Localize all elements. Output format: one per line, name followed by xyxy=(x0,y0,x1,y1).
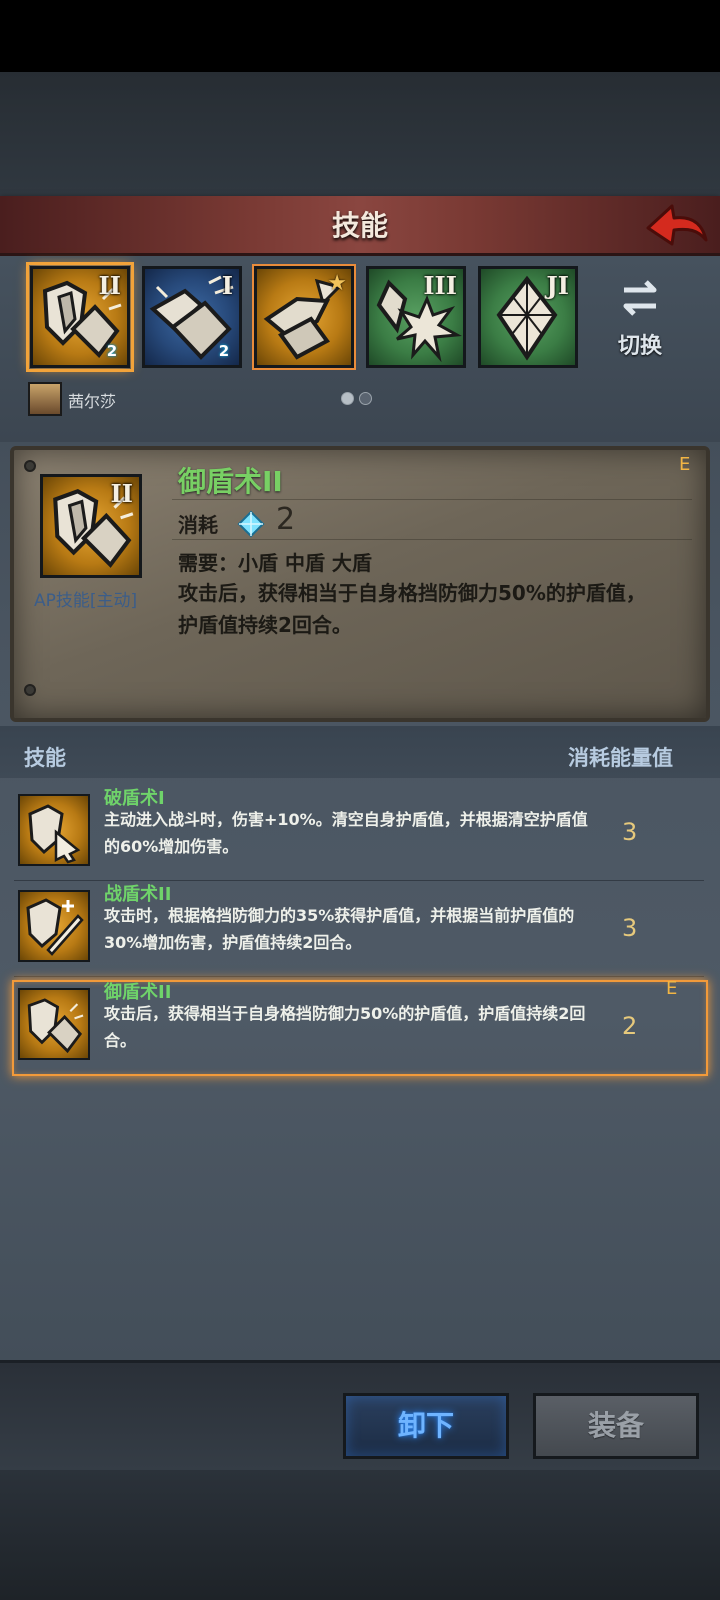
shield-break-icon xyxy=(18,794,90,866)
skill-slot-2[interactable]: I 2 xyxy=(142,266,242,368)
bottom-backdrop xyxy=(0,1470,720,1600)
switch-button[interactable]: 切换 xyxy=(600,276,680,360)
gem-count-badge: 2 xyxy=(106,342,118,360)
skill-list-item[interactable]: 战盾术II 攻击时，根据格挡防御力的35%获得护盾值，并根据当前护盾值的30%增… xyxy=(0,884,720,978)
detail-rank: II xyxy=(110,479,133,508)
shield-guard-icon xyxy=(18,988,90,1060)
equip-button[interactable]: 装备 xyxy=(533,1393,699,1459)
slot-rank: III xyxy=(423,271,457,300)
title-bar: 技能 xyxy=(0,196,720,256)
skill-description: 主动进入战斗时，伤害+10%。清空自身护盾值，并根据清空护盾值的60%增加伤害。 xyxy=(104,810,588,856)
star-icon: ★ xyxy=(327,271,347,296)
page-indicator[interactable] xyxy=(341,392,375,406)
skill-slot-3[interactable]: ★ xyxy=(252,264,356,370)
page-title: 技能 xyxy=(331,209,388,242)
divider xyxy=(172,539,692,540)
swap-arrows-icon xyxy=(623,280,657,316)
gem-count-badge: 2 xyxy=(218,342,230,360)
avatar xyxy=(28,382,62,416)
status-bar xyxy=(0,0,720,72)
nail-decoration xyxy=(24,460,36,472)
skill-slot-5[interactable]: JI xyxy=(478,266,578,368)
skill-slot-1[interactable]: II 2 xyxy=(26,262,134,372)
cost-value: 2 xyxy=(276,502,296,537)
skill-list-item[interactable]: 破盾术I 主动进入战斗时，伤害+10%。清空自身护盾值，并根据清空护盾值的60%… xyxy=(0,786,720,880)
equipped-marker: E xyxy=(679,454,691,475)
skill-cost: 3 xyxy=(622,914,638,942)
column-skill: 技能 xyxy=(24,746,66,770)
page-dot xyxy=(359,392,372,405)
detail-skill-name: 御盾术II xyxy=(178,465,283,498)
top-backdrop xyxy=(0,72,720,196)
shield-sword-icon xyxy=(18,890,90,962)
energy-gem-icon xyxy=(237,510,265,542)
skill-cost: 3 xyxy=(622,818,638,846)
skill-cost: 2 xyxy=(622,1012,638,1040)
unequip-button[interactable]: 卸下 xyxy=(343,1393,509,1459)
equipped-marker: E xyxy=(666,978,678,999)
character-name: 茜尔莎 xyxy=(68,392,117,411)
skill-description: 攻击后，获得相当于自身格挡防御力50%的护盾值，护盾值持续2回合。 xyxy=(178,581,646,637)
skill-description: 攻击后，获得相当于自身格挡防御力50%的护盾值，护盾值持续2回合。 xyxy=(104,1004,586,1050)
divider xyxy=(14,976,704,977)
skill-description: 攻击时，根据格挡防御力的35%获得护盾值，并根据当前护盾值的30%增加伤害，护盾… xyxy=(104,906,575,952)
detail-skill-icon: II xyxy=(40,474,142,578)
slot-rank: JI xyxy=(546,271,569,300)
slot-rank: I xyxy=(221,271,233,300)
skill-list-item-selected[interactable]: 御盾术II 攻击后，获得相当于自身格挡防御力50%的护盾值，护盾值持续2回合。 … xyxy=(0,978,720,1078)
page-dot-active xyxy=(341,392,354,405)
nail-decoration xyxy=(24,684,36,696)
switch-label: 切换 xyxy=(617,334,662,359)
requirement-text: 需要：小盾 中盾 大盾 xyxy=(178,551,372,575)
column-energy-cost: 消耗能量值 xyxy=(568,746,673,770)
divider xyxy=(172,499,692,500)
back-button[interactable] xyxy=(644,198,712,252)
cost-label: 消耗 xyxy=(178,513,218,537)
back-arrow-icon xyxy=(646,204,708,246)
skill-slot-4[interactable]: III xyxy=(366,266,466,368)
slot-rank: II xyxy=(98,271,121,300)
skill-type-label: AP技能[主动] xyxy=(34,591,138,611)
